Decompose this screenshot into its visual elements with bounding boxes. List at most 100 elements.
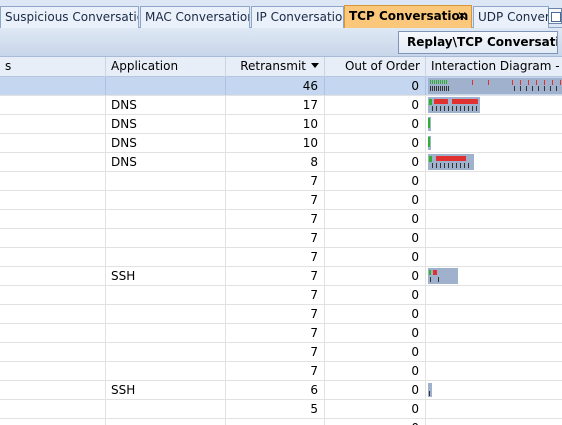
table-row[interactable]: DNS 10 0 (0, 134, 562, 153)
column-header-out-of-order[interactable]: Out of Order (325, 57, 426, 77)
application-cell: DNS (106, 153, 226, 171)
interaction-diagram (428, 97, 480, 113)
packets-cell (0, 172, 106, 190)
grid-rows: 46 0 DNS 17 0 DNS 10 0 DNS 10 0 DNS 8 0 7 0 7 0 7 0 7 0 7 0 SSH 7… (0, 77, 562, 425)
out-of-order-cell: 0 (325, 419, 426, 425)
packets-cell (0, 248, 106, 266)
table-row[interactable]: 0 (0, 419, 562, 425)
application-cell: DNS (106, 96, 226, 114)
retransmit-cell: 46 (226, 77, 325, 95)
packets-cell (0, 210, 106, 228)
packets-cell (0, 134, 106, 152)
tab-list-menu-icon[interactable] (548, 8, 562, 24)
application-cell (106, 305, 226, 323)
interaction-diagram-cell (426, 248, 562, 266)
table-row[interactable]: 70 (0, 362, 562, 381)
tab-label: UDP Convers (478, 10, 549, 24)
retransmit-cell: 7 (226, 362, 325, 380)
interaction-diagram-cell (426, 381, 562, 399)
interaction-diagram-cell (426, 324, 562, 342)
application-cell: DNS (106, 134, 226, 152)
packets-cell (0, 229, 106, 247)
table-row[interactable]: DNS 10 0 (0, 115, 562, 134)
close-icon[interactable]: ✕ (457, 6, 467, 26)
application-cell (106, 419, 226, 425)
application-cell (106, 400, 226, 418)
out-of-order-cell: 0 (325, 115, 426, 133)
application-cell: SSH (106, 267, 226, 285)
application-cell: DNS (106, 115, 226, 133)
retransmit-cell: 6 (226, 381, 325, 399)
tab-label: IP Conversation (256, 10, 344, 24)
table-row[interactable]: DNS 8 0 (0, 153, 562, 172)
application-cell (106, 362, 226, 380)
tab-udp-conversation[interactable]: UDP Convers (473, 6, 549, 28)
interaction-diagram-cell (426, 229, 562, 247)
interaction-diagram (428, 136, 431, 150)
tab-label: Suspicious Conversation (5, 10, 139, 24)
tab-suspicious-conversation[interactable]: Suspicious Conversation (0, 6, 139, 28)
table-row[interactable]: 70 (0, 248, 562, 267)
column-header-label: s (5, 59, 12, 73)
interaction-diagram (428, 154, 474, 170)
out-of-order-cell: 0 (325, 381, 426, 399)
application-cell (106, 248, 226, 266)
packets-cell (0, 419, 106, 425)
application-cell (106, 229, 226, 247)
retransmit-cell: 7 (226, 210, 325, 228)
application-cell: SSH (106, 381, 226, 399)
interaction-diagram-cell (426, 362, 562, 380)
retransmit-cell: 17 (226, 96, 325, 114)
column-header-label: Application (111, 59, 179, 73)
application-cell (106, 77, 226, 95)
table-row[interactable]: 70 (0, 343, 562, 362)
out-of-order-cell: 0 (325, 172, 426, 190)
table-row[interactable]: 70 (0, 324, 562, 343)
column-header-retransmit[interactable]: Retransmit (226, 57, 325, 77)
packets-cell (0, 305, 106, 323)
retransmit-cell: 10 (226, 115, 325, 133)
table-row[interactable]: 70 (0, 286, 562, 305)
application-cell (106, 343, 226, 361)
out-of-order-cell: 0 (325, 229, 426, 247)
out-of-order-cell: 0 (325, 153, 426, 171)
table-row[interactable]: 70 (0, 210, 562, 229)
retransmit-cell: 7 (226, 324, 325, 342)
column-header-label: Retransmit (240, 59, 306, 73)
tab-ip-conversation[interactable]: IP Conversation (251, 6, 344, 28)
table-row[interactable]: 50 (0, 400, 562, 419)
column-header-application[interactable]: Application (106, 57, 226, 77)
packets-cell (0, 77, 106, 95)
tab-strip: Suspicious Conversation MAC Conversation… (0, 0, 562, 29)
table-row[interactable]: SSH 6 0 (0, 381, 562, 400)
interaction-diagram-cell (426, 343, 562, 361)
packets-cell (0, 343, 106, 361)
table-row[interactable]: SSH 7 0 (0, 267, 562, 286)
out-of-order-cell: 0 (325, 267, 426, 285)
column-header-interaction-diagram[interactable]: Interaction Diagram - Gre (426, 57, 562, 77)
tab-mac-conversation[interactable]: MAC Conversation (140, 6, 250, 28)
interaction-diagram-cell (426, 267, 562, 285)
interaction-diagram-cell (426, 96, 562, 114)
column-header-packets[interactable]: s (0, 57, 106, 77)
retransmit-cell: 7 (226, 286, 325, 304)
table-row[interactable]: 70 (0, 229, 562, 248)
out-of-order-cell: 0 (325, 191, 426, 209)
packets-cell (0, 191, 106, 209)
table-row[interactable]: 70 (0, 191, 562, 210)
retransmit-cell: 7 (226, 267, 325, 285)
table-row[interactable]: DNS 17 0 (0, 96, 562, 115)
application-cell (106, 172, 226, 190)
retransmit-cell: 7 (226, 229, 325, 247)
interaction-diagram-cell (426, 286, 562, 304)
table-row[interactable]: 70 (0, 305, 562, 324)
interaction-diagram-cell (426, 191, 562, 209)
table-row[interactable]: 70 (0, 172, 562, 191)
table-row[interactable]: 46 0 (0, 77, 562, 96)
retransmit-cell: 7 (226, 343, 325, 361)
interaction-diagram-cell (426, 134, 562, 152)
tab-tcp-conversation[interactable]: TCP Conversation ✕ (344, 5, 472, 29)
packets-cell (0, 324, 106, 342)
out-of-order-cell: 0 (325, 324, 426, 342)
interaction-diagram-cell (426, 172, 562, 190)
